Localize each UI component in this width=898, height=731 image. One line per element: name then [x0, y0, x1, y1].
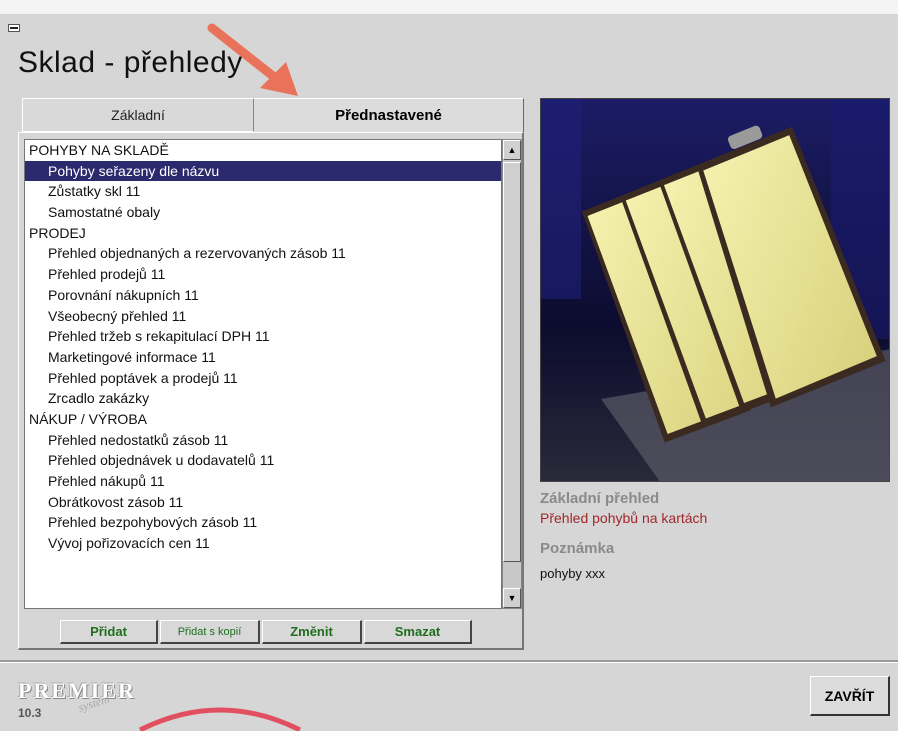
tab-prednastavene[interactable]: Přednastavené	[254, 98, 524, 132]
tab-bar: Základní Přednastavené	[18, 98, 524, 134]
app-logo: PREMIER system 10.3	[18, 678, 136, 720]
list-item[interactable]: Přehled objednaných a rezervovaných záso…	[25, 243, 501, 264]
list-group-header[interactable]: NÁKUP / VÝROBA	[25, 409, 501, 430]
list-item[interactable]: Přehled poptávek a prodejů 11	[25, 368, 501, 389]
delete-button[interactable]: Smazat	[364, 620, 472, 644]
add-button[interactable]: Přidat	[60, 620, 158, 644]
detail-title-value: Přehled pohybů na kartách	[540, 510, 708, 526]
add-copy-button[interactable]: Přidat s kopií	[160, 620, 260, 644]
list-item[interactable]: Zrcadlo zakázky	[25, 388, 501, 409]
list-item[interactable]: Přehled objednávek u dodavatelů 11	[25, 450, 501, 471]
list-item[interactable]: Vývoj pořizovacích cen 11	[25, 533, 501, 554]
close-button[interactable]: ZAVŘÍT	[810, 676, 890, 716]
list-item[interactable]: Samostatné obaly	[25, 202, 501, 223]
tab-zakladni[interactable]: Základní	[22, 98, 254, 132]
list-item[interactable]: Přehled bezpohybových zásob 11	[25, 512, 501, 533]
list-item[interactable]: Přehled nedostatků zásob 11	[25, 430, 501, 451]
list-item[interactable]: Přehled prodejů 11	[25, 264, 501, 285]
top-strip	[0, 0, 898, 14]
detail-note-label: Poznámka	[540, 540, 615, 557]
list-group-header[interactable]: PRODEJ	[25, 223, 501, 244]
detail-title-label: Základní přehled	[540, 490, 660, 507]
report-list[interactable]: POHYBY NA SKLADĚ Pohyby seřazeny dle názv…	[24, 139, 502, 609]
minimize-icon[interactable]	[8, 24, 20, 32]
list-item[interactable]: Přehled nákupů 11	[25, 471, 501, 492]
list-group-header[interactable]: POHYBY NA SKLADĚ	[25, 140, 501, 161]
footer-divider	[0, 660, 898, 663]
list-item[interactable]: Obrátkovost zásob 11	[25, 492, 501, 513]
preview-image	[540, 98, 890, 482]
list-item[interactable]: Marketingové informace 11	[25, 347, 501, 368]
list-item[interactable]: Porovnání nákupních 11	[25, 285, 501, 306]
edit-button[interactable]: Změnit	[262, 620, 362, 644]
list-item[interactable]: Pohyby seřazeny dle názvu	[25, 160, 501, 182]
list-item[interactable]: Všeobecný přehled 11	[25, 306, 501, 327]
list-item[interactable]: Přehled tržeb s rekapitulací DPH 11	[25, 326, 501, 347]
list-item[interactable]: Zůstatky skl 11	[25, 181, 501, 202]
scroll-up-icon[interactable]: ▲	[503, 140, 521, 160]
annotation-arrow-icon	[207, 23, 298, 96]
scroll-thumb[interactable]	[503, 162, 521, 562]
clipboards-illustration	[541, 99, 889, 481]
version-label: 10.3	[18, 706, 42, 720]
scrollbar[interactable]: ▲ ▼	[502, 139, 522, 609]
annotation-circle-icon	[138, 707, 302, 731]
detail-note-value: pohyby xxx	[540, 566, 606, 581]
scroll-down-icon[interactable]: ▼	[503, 588, 521, 608]
